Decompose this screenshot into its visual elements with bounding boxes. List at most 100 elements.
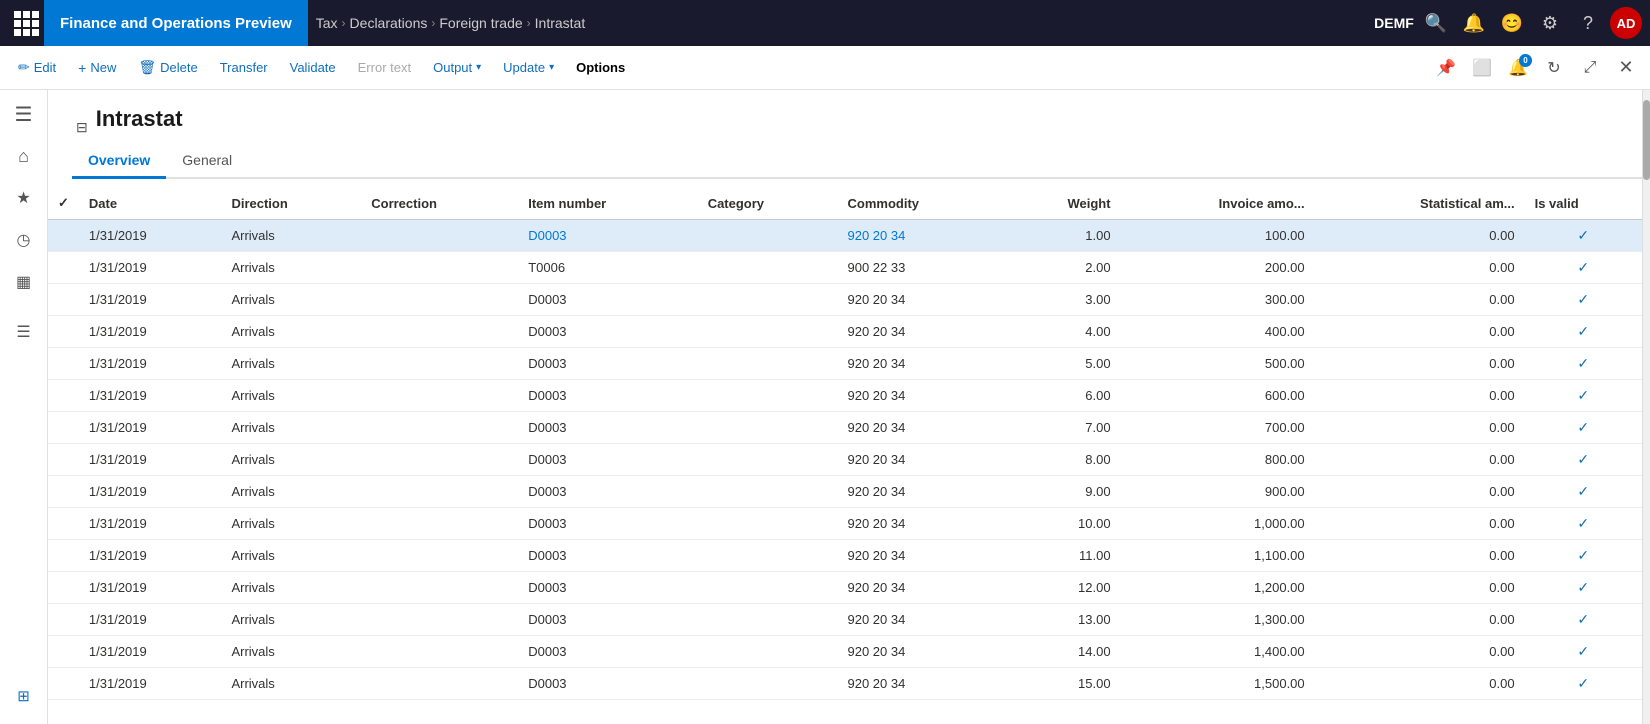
new-button[interactable]: + New [68,54,126,82]
panel-icon[interactable]: ⬜ [1466,52,1498,84]
row-statistical-amount: 0.00 [1315,316,1525,348]
breadcrumb-declarations[interactable]: Declarations [350,15,428,31]
transfer-button[interactable]: Transfer [210,54,278,81]
action-bar: ✏ Edit + New 🗑 Delete Transfer Validate … [0,46,1650,90]
top-nav: Finance and Operations Preview Tax › Dec… [0,0,1650,46]
left-sidebar: ☰ ⌂ ★ ◷ ▦ ☰ ⊞ [0,90,48,724]
row-date: 1/31/2019 [79,476,222,508]
output-button[interactable]: Output ▾ [423,54,491,81]
row-is-valid: ✓ [1525,636,1642,668]
row-category [698,572,838,604]
data-table-container[interactable]: ✓ Date Direction Correction Item number … [48,187,1642,724]
close-icon[interactable]: ✕ [1610,52,1642,84]
table-row[interactable]: 1/31/2019ArrivalsD0003920 20 346.00600.0… [48,380,1642,412]
row-invoice-amount: 1,400.00 [1121,636,1315,668]
col-category[interactable]: Category [698,187,838,220]
content-filter-icon[interactable]: ⊟ [72,119,88,136]
sidebar-list-icon[interactable]: ☰ [4,312,44,352]
table-row[interactable]: 1/31/2019ArrivalsD0003920 20 3413.001,30… [48,604,1642,636]
row-weight: 7.00 [1005,412,1121,444]
row-is-valid: ✓ [1525,668,1642,700]
scrollbar-thumb[interactable] [1643,100,1650,180]
tab-overview[interactable]: Overview [72,144,166,179]
breadcrumb-sep-3: › [527,16,531,30]
table-row[interactable]: 1/31/2019ArrivalsD0003920 20 347.00700.0… [48,412,1642,444]
col-direction[interactable]: Direction [221,187,361,220]
table-header-row: ✓ Date Direction Correction Item number … [48,187,1642,220]
row-item-number: D0003 [518,444,697,476]
valid-checkmark-icon: ✓ [1577,643,1589,659]
row-check [48,668,79,700]
row-commodity: 920 20 34 [838,540,1006,572]
vertical-scrollbar[interactable] [1642,90,1650,724]
pin-icon[interactable]: 📌 [1430,52,1462,84]
notifications-icon[interactable]: 🔔 [1458,7,1490,39]
sidebar-menu-icon[interactable]: ☰ [4,94,44,134]
col-statistical-amount[interactable]: Statistical am... [1315,187,1525,220]
table-row[interactable]: 1/31/2019ArrivalsD0003920 20 343.00300.0… [48,284,1642,316]
main-layout: ☰ ⌂ ★ ◷ ▦ ☰ ⊞ ⊟ Intrastat Overview Gener… [0,90,1650,724]
row-invoice-amount: 1,000.00 [1121,508,1315,540]
user-icon[interactable]: 😊 [1496,7,1528,39]
table-row[interactable]: 1/31/2019ArrivalsD0003920 20 344.00400.0… [48,316,1642,348]
badge-icon[interactable]: 🔔 0 [1502,52,1534,84]
col-item-number[interactable]: Item number [518,187,697,220]
tab-general[interactable]: General [166,144,248,179]
row-commodity: 920 20 34 [838,604,1006,636]
breadcrumb-foreign-trade[interactable]: Foreign trade [439,15,522,31]
filter-icon[interactable]: ⊞ [4,676,44,716]
table-row[interactable]: 1/31/2019ArrivalsD0003920 20 3411.001,10… [48,540,1642,572]
row-is-valid: ✓ [1525,508,1642,540]
row-date: 1/31/2019 [79,636,222,668]
row-statistical-amount: 0.00 [1315,476,1525,508]
sidebar-favorites-icon[interactable]: ★ [4,178,44,218]
refresh-icon[interactable]: ↻ [1538,52,1570,84]
breadcrumb-tax[interactable]: Tax [316,15,338,31]
settings-icon[interactable]: ⚙ [1534,7,1566,39]
row-item-number: T0006 [518,252,697,284]
row-category [698,444,838,476]
sidebar-recent-icon[interactable]: ◷ [4,220,44,260]
row-is-valid: ✓ [1525,444,1642,476]
update-button[interactable]: Update ▾ [493,54,564,81]
row-category [698,668,838,700]
row-item-number: D0003 [518,220,697,252]
search-icon[interactable]: 🔍 [1420,7,1452,39]
row-direction: Arrivals [221,316,361,348]
table-row[interactable]: 1/31/2019ArrivalsD0003920 20 341.00100.0… [48,220,1642,252]
sidebar-home-icon[interactable]: ⌂ [4,136,44,176]
row-invoice-amount: 500.00 [1121,348,1315,380]
table-row[interactable]: 1/31/2019ArrivalsD0003920 20 349.00900.0… [48,476,1642,508]
col-date[interactable]: Date [79,187,222,220]
table-row[interactable]: 1/31/2019ArrivalsD0003920 20 3415.001,50… [48,668,1642,700]
col-commodity[interactable]: Commodity [838,187,1006,220]
edit-button[interactable]: ✏ Edit [8,53,66,82]
col-correction[interactable]: Correction [361,187,518,220]
table-row[interactable]: 1/31/2019ArrivalsD0003920 20 348.00800.0… [48,444,1642,476]
col-weight[interactable]: Weight [1005,187,1121,220]
table-row[interactable]: 1/31/2019ArrivalsD0003920 20 3414.001,40… [48,636,1642,668]
help-icon[interactable]: ? [1572,7,1604,39]
apps-menu-button[interactable] [8,5,44,41]
valid-checkmark-icon: ✓ [1577,579,1589,595]
row-check [48,476,79,508]
table-row[interactable]: 1/31/2019ArrivalsT0006900 22 332.00200.0… [48,252,1642,284]
row-invoice-amount: 600.00 [1121,380,1315,412]
table-row[interactable]: 1/31/2019ArrivalsD0003920 20 3412.001,20… [48,572,1642,604]
row-invoice-amount: 200.00 [1121,252,1315,284]
table-row[interactable]: 1/31/2019ArrivalsD0003920 20 345.00500.0… [48,348,1642,380]
avatar[interactable]: AD [1610,7,1642,39]
row-correction [361,316,518,348]
col-invoice-amount[interactable]: Invoice amo... [1121,187,1315,220]
col-is-valid[interactable]: Is valid [1525,187,1642,220]
breadcrumb-intrastat[interactable]: Intrastat [535,15,586,31]
row-check [48,540,79,572]
table-row[interactable]: 1/31/2019ArrivalsD0003920 20 3410.001,00… [48,508,1642,540]
sidebar-workspaces-icon[interactable]: ▦ [4,262,44,302]
options-button[interactable]: Options [566,54,635,81]
validate-button[interactable]: Validate [280,54,346,81]
delete-label: Delete [160,60,198,75]
popout-icon[interactable]: ⤢ [1574,52,1606,84]
delete-button[interactable]: 🗑 Delete [128,53,207,82]
content-header: ⊟ Intrastat [48,90,1642,144]
